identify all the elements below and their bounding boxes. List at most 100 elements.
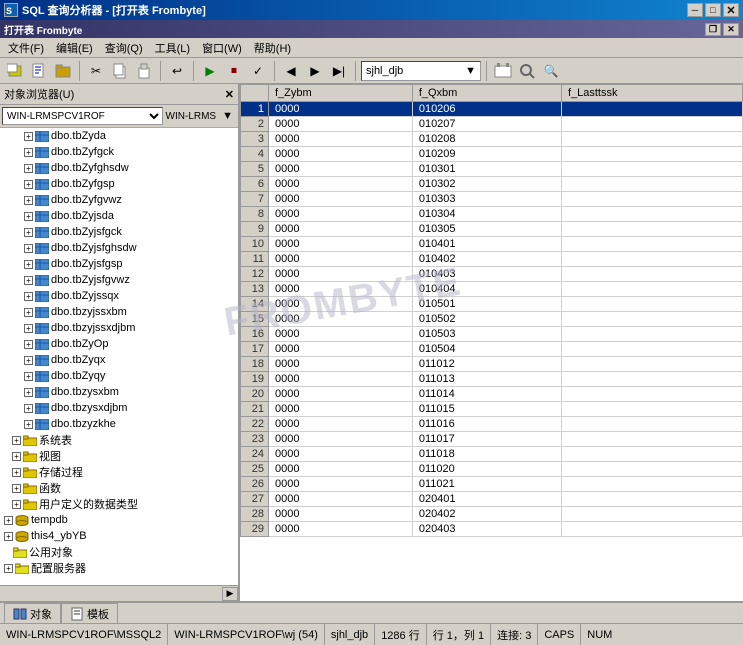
tree-item[interactable]: + dbo.tbzyjssxdjbm (0, 320, 238, 336)
menu-help[interactable]: 帮助(H) (248, 38, 297, 58)
tree-item[interactable]: + 用户定义的数据类型 (0, 496, 238, 512)
table-row[interactable]: 120000010403 (241, 267, 743, 282)
toolbar-back-btn[interactable] (4, 60, 26, 82)
toolbar-exec-btn[interactable]: ▶ (199, 60, 221, 82)
inner-restore-button[interactable]: ❐ (705, 23, 721, 36)
expand-icon[interactable]: + (24, 404, 33, 413)
server-select[interactable]: WIN-LRMSPCV1ROF (2, 107, 163, 125)
expand-icon[interactable]: + (12, 436, 21, 445)
tree-item[interactable]: + dbo.tbZyfgvwz (0, 192, 238, 208)
table-row[interactable]: 230000011017 (241, 432, 743, 447)
menu-file[interactable]: 文件(F) (2, 38, 50, 58)
table-row[interactable]: 160000010503 (241, 327, 743, 342)
toolbar-stop-btn[interactable]: ⏹ (223, 60, 245, 82)
table-row[interactable]: 180000011012 (241, 357, 743, 372)
menu-query[interactable]: 查询(Q) (99, 38, 149, 58)
expand-icon[interactable]: + (24, 372, 33, 381)
table-row[interactable]: 10000010206 (241, 102, 743, 117)
tree-item[interactable]: 公用对象 (0, 544, 238, 560)
tree-item[interactable]: + dbo.tbZyjsfghsdw (0, 240, 238, 256)
toolbar-nav-last-btn[interactable]: ▶| (328, 60, 350, 82)
table-row[interactable]: 130000010404 (241, 282, 743, 297)
tree-item[interactable]: + dbo.tbZyjsfgvwz (0, 272, 238, 288)
tree-item[interactable]: + dbo.tbZyfgck (0, 144, 238, 160)
table-row[interactable]: 90000010305 (241, 222, 743, 237)
table-row[interactable]: 270000020401 (241, 492, 743, 507)
table-row[interactable]: 100000010401 (241, 237, 743, 252)
expand-icon[interactable]: + (12, 484, 21, 493)
table-row[interactable]: 210000011015 (241, 402, 743, 417)
expand-icon[interactable]: + (24, 212, 33, 221)
database-dropdown[interactable]: sjhl_djb ▼ (361, 61, 481, 81)
toolbar-zoom-btn[interactable]: 🔍 (540, 60, 562, 82)
table-row[interactable]: 30000010208 (241, 132, 743, 147)
tree-item[interactable]: + dbo.tbZyOp (0, 336, 238, 352)
tree-item[interactable]: + dbo.tbZyqy (0, 368, 238, 384)
close-button[interactable]: ✕ (723, 3, 739, 17)
minimize-button[interactable]: ─ (687, 3, 703, 17)
expand-icon[interactable]: + (24, 180, 33, 189)
tree-item[interactable]: + dbo.tbZyjssqx (0, 288, 238, 304)
toolbar-settings-btn[interactable] (492, 60, 514, 82)
expand-icon[interactable]: + (12, 468, 21, 477)
toolbar-copy-btn[interactable] (109, 60, 131, 82)
table-row[interactable]: 70000010303 (241, 192, 743, 207)
tree-hscroll[interactable]: ▶ (0, 585, 238, 601)
expand-icon[interactable]: + (24, 164, 33, 173)
table-row[interactable]: 250000011020 (241, 462, 743, 477)
table-row[interactable]: 200000011014 (241, 387, 743, 402)
data-grid[interactable]: f_Zybm f_Qxbm f_Lasttssk 100000102062000… (240, 84, 743, 601)
expand-icon[interactable]: + (24, 420, 33, 429)
tree-item[interactable]: + 系统表 (0, 432, 238, 448)
table-row[interactable]: 110000010402 (241, 252, 743, 267)
maximize-button[interactable]: □ (705, 3, 721, 17)
tree-container[interactable]: + dbo.tbZyda+ dbo.tbZyfgck+ dbo.tbZyfghs… (0, 128, 238, 585)
tree-item[interactable]: + dbo.tbzysxbm (0, 384, 238, 400)
tree-hscroll-right[interactable]: ▶ (222, 587, 238, 601)
expand-icon[interactable]: + (24, 148, 33, 157)
menu-tools[interactable]: 工具(L) (149, 38, 196, 58)
table-row[interactable]: 20000010207 (241, 117, 743, 132)
expand-icon[interactable]: + (4, 532, 13, 541)
table-row[interactable]: 260000011021 (241, 477, 743, 492)
tree-item[interactable]: + dbo.tbZyjsfgck (0, 224, 238, 240)
toolbar-cut-btn[interactable]: ✂ (85, 60, 107, 82)
expand-icon[interactable]: + (24, 340, 33, 349)
toolbar-search-btn[interactable] (516, 60, 538, 82)
inner-close-button[interactable]: ✕ (723, 23, 739, 36)
tree-item[interactable]: + dbo.tbzyzkhe (0, 416, 238, 432)
expand-icon[interactable]: + (4, 564, 13, 573)
expand-icon[interactable]: + (24, 196, 33, 205)
tree-item[interactable]: + 存储过程 (0, 464, 238, 480)
tree-item[interactable]: + dbo.tbZyjsda (0, 208, 238, 224)
menu-edit[interactable]: 编辑(E) (50, 38, 99, 58)
server-dropdown-btn[interactable]: ▼ (219, 110, 236, 122)
expand-icon[interactable]: + (24, 132, 33, 141)
tree-item[interactable]: + dbo.tbZyjsfgsp (0, 256, 238, 272)
expand-icon[interactable]: + (24, 308, 33, 317)
table-row[interactable]: 150000010502 (241, 312, 743, 327)
table-row[interactable]: 220000011016 (241, 417, 743, 432)
table-row[interactable]: 280000020402 (241, 507, 743, 522)
tree-item[interactable]: + dbo.tbzyjssxbm (0, 304, 238, 320)
table-row[interactable]: 170000010504 (241, 342, 743, 357)
tree-item[interactable]: + 函数 (0, 480, 238, 496)
table-row[interactable]: 50000010301 (241, 162, 743, 177)
tree-item[interactable]: + 视图 (0, 448, 238, 464)
tab-template[interactable]: 模板 (61, 603, 118, 623)
toolbar-open-btn[interactable] (52, 60, 74, 82)
table-row[interactable]: 40000010209 (241, 147, 743, 162)
toolbar-nav-prev-btn[interactable]: ◀ (280, 60, 302, 82)
tree-item[interactable]: + dbo.tbzysxdjbm (0, 400, 238, 416)
tree-item[interactable]: + dbo.tbZyfghsdw (0, 160, 238, 176)
expand-icon[interactable]: + (24, 228, 33, 237)
expand-icon[interactable]: + (24, 292, 33, 301)
table-row[interactable]: 80000010304 (241, 207, 743, 222)
tab-object[interactable]: 对象 (4, 603, 61, 623)
tree-item[interactable]: + dbo.tbZyda (0, 128, 238, 144)
expand-icon[interactable]: + (24, 388, 33, 397)
expand-icon[interactable]: + (24, 244, 33, 253)
expand-icon[interactable]: + (4, 516, 13, 525)
table-row[interactable]: 60000010302 (241, 177, 743, 192)
expand-icon[interactable]: + (12, 500, 21, 509)
